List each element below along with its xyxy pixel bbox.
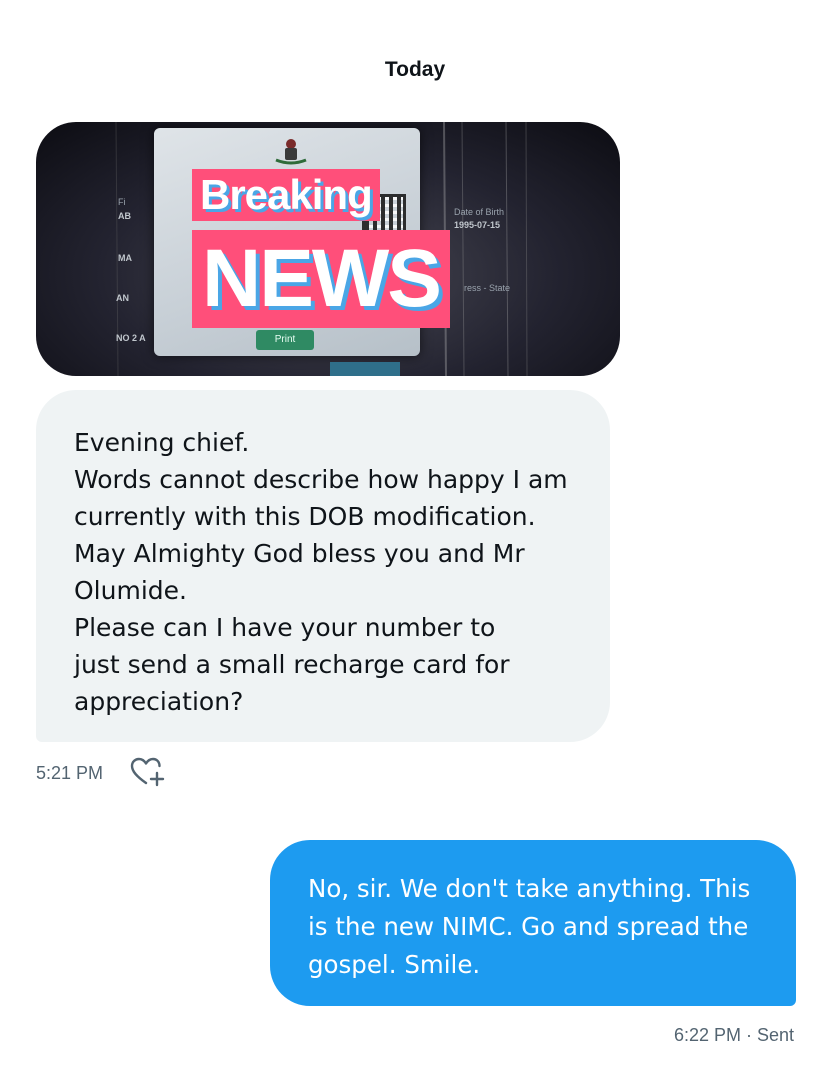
message-line: just send a small recharge card for	[74, 650, 510, 679]
add-reaction-button[interactable]	[130, 756, 166, 788]
message-line: Words cannot describe how happy I am	[74, 465, 568, 494]
message-line: currently with this DOB modification.	[74, 502, 536, 531]
blurred-text: AN	[116, 293, 129, 303]
blurred-text: Fi	[118, 197, 126, 207]
breaking-banner: Breaking	[192, 169, 380, 221]
message-line: No, sir. We don't take anything. This	[308, 874, 751, 903]
message-line: appreciation?	[74, 687, 244, 716]
outgoing-status: 6:22 PM · Sent	[673, 1025, 794, 1045]
news-banner: NEWS	[192, 230, 450, 328]
message-line: gospel. Smile.	[308, 950, 481, 979]
message-line: May Almighty God bless you and Mr	[74, 539, 525, 568]
incoming-message-bubble[interactable]: Evening chief. Words cannot describe how…	[36, 390, 610, 742]
blurred-text: NO 2 A	[116, 333, 146, 343]
incoming-timestamp: 5:21 PM	[36, 763, 104, 783]
date-separator: Today	[384, 58, 446, 81]
heart-plus-icon	[130, 757, 165, 787]
message-line: Please can I have your number to	[74, 613, 496, 642]
message-line: Evening chief.	[74, 428, 250, 457]
blurred-text: Date of Birth	[454, 207, 505, 217]
coat-of-arms-icon	[275, 139, 307, 165]
blurred-text: MA	[118, 253, 132, 263]
outgoing-message-bubble[interactable]: No, sir. We don't take anything. This is…	[270, 840, 796, 1006]
message-line: Olumide.	[74, 576, 187, 605]
message-line: is the new NIMC. Go and spread the	[308, 912, 749, 941]
blurred-text: AB	[118, 211, 131, 221]
image-attachment[interactable]: Fi AB MA AN NO 2 A Date of Birth 1995-07…	[36, 122, 620, 376]
blurred-text: 1995-07-15	[454, 220, 501, 230]
print-button: Print	[256, 330, 314, 350]
blurred-text: ress - State	[464, 283, 511, 293]
view-slip-button	[330, 362, 400, 376]
